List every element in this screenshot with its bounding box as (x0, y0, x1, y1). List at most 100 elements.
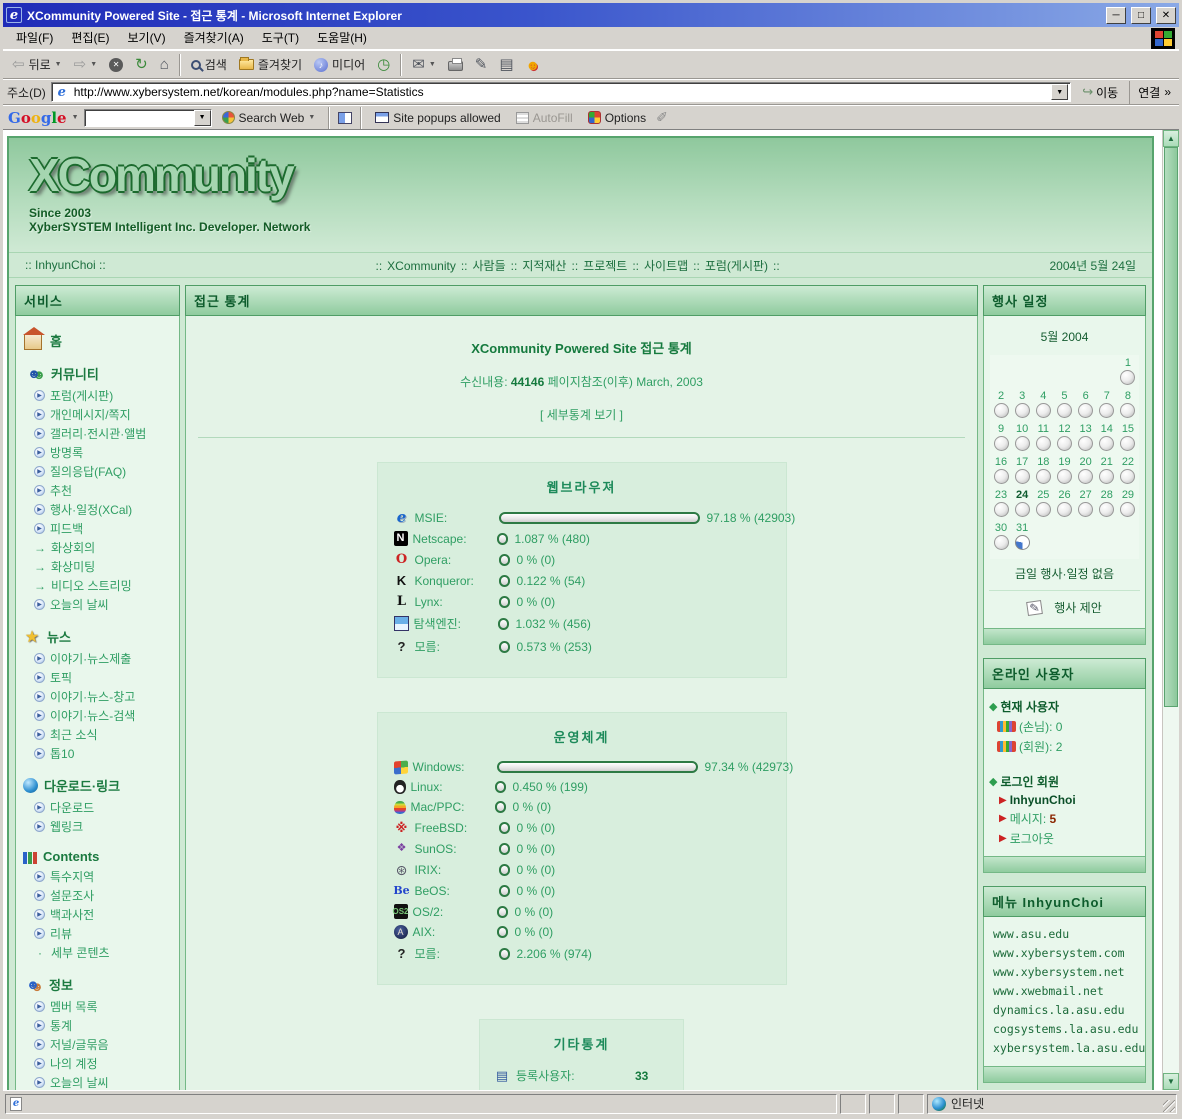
menu-link[interactable]: xybersystem.la.asu.edu (993, 1039, 1136, 1058)
messages-link[interactable]: 메시지: 5 (1010, 810, 1056, 827)
sidebar-link[interactable]: ▶갤러리·전시관·앨범 (22, 424, 173, 443)
google-logo[interactable]: Google (8, 109, 67, 127)
calendar-day[interactable]: 25 (1033, 489, 1053, 519)
calendar-day[interactable]: 3 (1012, 390, 1032, 420)
menu-item[interactable]: 도구(T) (253, 28, 308, 48)
suggest-event-link[interactable]: ✎ 행사 제안 (989, 599, 1140, 616)
nav-link[interactable]: 사이트맵 (644, 259, 688, 273)
sidebar-link[interactable]: ▶개인메시지/쪽지 (22, 405, 173, 424)
navbar-user[interactable]: :: InhyunChoi :: (25, 258, 106, 272)
sidebar-link[interactable]: ▶특수지역 (22, 867, 173, 886)
print-button[interactable] (443, 52, 468, 77)
calendar-day[interactable]: 17 (1012, 456, 1032, 486)
sidebar-link[interactable]: ▶통계 (22, 1016, 173, 1035)
calendar-day[interactable]: 28 (1097, 489, 1117, 519)
search-button[interactable]: 검색 (186, 52, 232, 77)
sidebar-group-downloads[interactable]: 다운로드·링크 (23, 776, 173, 795)
messenger-button[interactable]: ☻ (521, 52, 546, 77)
google-dropdown-icon[interactable]: ▼ (72, 114, 79, 121)
scrollbar-track[interactable] (1163, 707, 1179, 1073)
sidebar-group-contents[interactable]: Contents (23, 849, 173, 864)
sidebar-link[interactable]: ▶최근 소식 (22, 725, 173, 744)
calendar-day[interactable]: 27 (1076, 489, 1096, 519)
menu-link[interactable]: www.xybersystem.com (993, 944, 1136, 963)
sidebar-group-news[interactable]: ★뉴스 (23, 627, 173, 646)
sidebar-link[interactable]: ▶나의 계정 (22, 1054, 173, 1073)
nav-link[interactable]: 포럼(게시판) (705, 259, 768, 273)
sidebar-link[interactable]: ▶이야기·뉴스-검색 (22, 706, 173, 725)
scroll-down-button[interactable]: ▼ (1163, 1073, 1179, 1090)
sidebar-item-home[interactable]: 홈 (24, 330, 173, 350)
calendar-day[interactable]: 29 (1118, 489, 1138, 519)
calendar-day[interactable]: 11 (1033, 423, 1053, 453)
media-button[interactable]: ♪ 미디어 (309, 52, 370, 77)
logged-in-username[interactable]: InhyunChoi (1010, 793, 1076, 807)
sidebar-link[interactable]: ▶톱10 (22, 744, 173, 763)
vertical-scrollbar[interactable]: ▲ ▼ (1162, 130, 1179, 1090)
sidebar-link[interactable]: ▶피드백 (22, 519, 173, 538)
menu-link[interactable]: www.asu.edu (993, 925, 1136, 944)
calendar-day[interactable]: 14 (1097, 423, 1117, 453)
calendar-day[interactable]: 12 (1054, 423, 1074, 453)
sidebar-link[interactable]: ▶포럼(게시판) (22, 386, 173, 405)
detail-stats-link[interactable]: [ 세부통계 보기 ] (196, 406, 967, 423)
discuss-button[interactable]: ▤ (494, 52, 518, 77)
calendar-day[interactable]: 10 (1012, 423, 1032, 453)
nav-link[interactable]: XCommunity (387, 259, 456, 273)
search-web-dropdown-icon[interactable]: ▼ (308, 114, 315, 121)
mail-dropdown-icon[interactable]: ▼ (429, 61, 436, 68)
sidebar-link[interactable]: ·세부 콘텐츠 (22, 943, 173, 962)
highlight-pen-icon[interactable]: ✐ (656, 109, 668, 126)
nav-link[interactable]: 사람들 (473, 259, 506, 273)
favorites-button[interactable]: 즐겨찾기 (234, 52, 307, 77)
sidebar-link[interactable]: ▶이야기·뉴스제출 (22, 649, 173, 668)
sidebar-link[interactable]: ▶행사·일정(XCal) (22, 500, 173, 519)
sidebar-link[interactable]: ▶질의응답(FAQ) (22, 462, 173, 481)
sidebar-link[interactable]: ▶토픽 (22, 668, 173, 687)
sidebar-group-info[interactable]: ☻정보 (23, 975, 173, 994)
go-button[interactable]: ↪ 이동 (1076, 84, 1124, 101)
minimize-button[interactable]: ─ (1106, 7, 1126, 24)
sidebar-link[interactable]: ▶방명록 (22, 443, 173, 462)
calendar-day[interactable]: 22 (1118, 456, 1138, 486)
calendar-day[interactable]: 31 (1012, 522, 1032, 552)
sidebar-link[interactable]: ▶오늘의 날씨 (22, 1073, 173, 1090)
page-info-icon[interactable] (338, 112, 352, 124)
menu-item[interactable]: 즐겨찾기(A) (175, 28, 253, 48)
close-button[interactable]: ✕ (1156, 7, 1176, 24)
menu-link[interactable]: cogsystems.la.asu.edu (993, 1020, 1136, 1039)
sidebar-link[interactable]: ▶백과사전 (22, 905, 173, 924)
mail-button[interactable]: ✉ ▼ (407, 52, 441, 77)
menu-link[interactable]: dynamics.la.asu.edu (993, 1001, 1136, 1020)
nav-link[interactable]: 프로젝트 (583, 259, 627, 273)
menu-link[interactable]: www.xybersystem.net (993, 963, 1136, 982)
menu-item[interactable]: 편집(E) (62, 28, 118, 48)
history-button[interactable]: ◷ (372, 52, 395, 77)
calendar-day[interactable]: 24 (1012, 489, 1032, 519)
sidebar-group-community[interactable]: ☻커뮤니티 (23, 364, 173, 383)
logout-link[interactable]: 로그아웃 (1010, 830, 1054, 847)
google-search-dropdown[interactable]: ▼ (194, 110, 211, 126)
address-input[interactable]: e http://www.xybersystem.net/korean/modu… (51, 82, 1071, 102)
calendar-day[interactable]: 6 (1076, 390, 1096, 420)
back-dropdown-icon[interactable]: ▼ (55, 61, 62, 68)
sidebar-link[interactable]: ▶오늘의 날씨 (22, 595, 173, 614)
edit-button[interactable]: ✎ (470, 52, 493, 77)
menu-link[interactable]: www.xwebmail.net (993, 982, 1136, 1001)
calendar-day[interactable]: 9 (991, 423, 1011, 453)
calendar-day[interactable]: 21 (1097, 456, 1117, 486)
autofill-button[interactable]: AutoFill (511, 105, 578, 130)
sidebar-link[interactable]: ▶이야기·뉴스-창고 (22, 687, 173, 706)
sidebar-link[interactable]: ▶다운로드 (22, 798, 173, 817)
nav-link[interactable]: 지적재산 (522, 259, 566, 273)
resize-grip[interactable] (1163, 1100, 1175, 1112)
back-button[interactable]: ⇦ 뒤로 ▼ (7, 52, 67, 77)
calendar-day[interactable]: 7 (1097, 390, 1117, 420)
sidebar-link[interactable]: →화상미팅 (22, 557, 173, 576)
calendar-day[interactable]: 16 (991, 456, 1011, 486)
calendar-day[interactable]: 19 (1054, 456, 1074, 486)
scrollbar-thumb[interactable] (1164, 147, 1178, 707)
popup-blocker-button[interactable]: Site popups allowed (370, 105, 505, 130)
address-url[interactable]: http://www.xybersystem.net/korean/module… (74, 85, 1047, 99)
menu-item[interactable]: 보기(V) (118, 28, 174, 48)
